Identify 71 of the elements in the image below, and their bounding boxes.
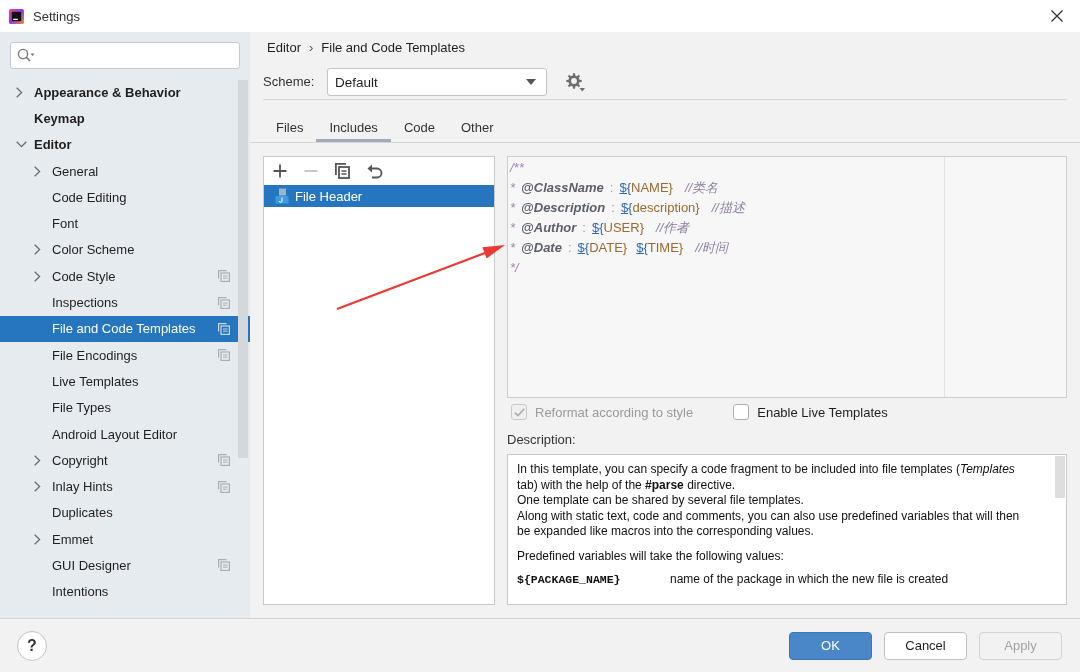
tree-item[interactable]: General	[0, 157, 250, 185]
description-label: Description:	[507, 431, 577, 449]
dialog-button[interactable]: Cancel	[884, 631, 967, 660]
list-item[interactable]: File Header	[264, 185, 494, 207]
code-line: */	[510, 259, 521, 277]
code-line: * @Description : ${description} //描述	[510, 199, 747, 217]
checkbox[interactable]	[733, 404, 750, 420]
tree-item[interactable]: Appearance & Behavior	[0, 79, 250, 106]
tree-item[interactable]: Inspections	[0, 289, 250, 316]
chevron-down-icon[interactable]	[16, 141, 27, 149]
tree-item[interactable]: Android Layout Editor	[0, 420, 250, 448]
chevron-right-icon[interactable]	[34, 481, 41, 493]
search-field[interactable]	[10, 42, 240, 69]
tree-item[interactable]: Inlay Hints	[0, 473, 250, 500]
tab[interactable]: Files	[263, 112, 317, 142]
scheme-dropdown[interactable]: Default	[327, 68, 547, 96]
tree-item[interactable]: Duplicates	[0, 499, 250, 527]
help-button[interactable]: ?	[17, 630, 47, 661]
tree-item[interactable]: Intentions	[0, 578, 250, 605]
tab[interactable]: Code	[390, 112, 448, 142]
chevron-right-icon[interactable]	[16, 86, 23, 98]
tree-item[interactable]: Live Templates	[0, 368, 250, 395]
tree-item[interactable]: File and Code Templates	[0, 315, 250, 342]
add-icon[interactable]	[273, 164, 287, 178]
tree-item[interactable]: File Types	[0, 394, 250, 421]
tree-item[interactable]: Font	[0, 210, 250, 237]
description-text: In this template, you can specify a code fragment to be included into file templates (Templates tab) with the help of the #parse directive.	[517, 462, 1016, 493]
tree-item[interactable]: Keymap	[0, 105, 250, 132]
checkbox-label[interactable]: Enable Live Templates	[757, 404, 888, 420]
variable-description: name of the package in which the new file is created	[670, 572, 949, 588]
search-icon[interactable]	[17, 48, 35, 63]
code-line: * @Author : ${USER} //作者	[510, 219, 691, 237]
chevron-right-icon[interactable]	[34, 533, 41, 545]
caret-icon	[526, 79, 536, 85]
tree-item[interactable]: Editor	[0, 131, 250, 158]
description-text: Along with static text, code and comments, you can also use predefined variables that will then be expanded like macros into the corresponding values.	[517, 508, 1021, 540]
breadcrumb-item: File and Code Templates	[321, 39, 465, 57]
tree-item[interactable]: Color Scheme	[0, 236, 250, 264]
description-text: One template can be shared by several file templates.	[517, 493, 805, 509]
file-icon	[275, 188, 289, 204]
tree-item[interactable]: File Encodings	[0, 341, 250, 369]
chevron-right-icon[interactable]	[34, 454, 41, 466]
scrollbar[interactable]	[1055, 456, 1065, 498]
description-text: Predefined variables will take the following values:	[517, 548, 785, 564]
window-title: Settings	[33, 8, 80, 24]
breadcrumb-item: Editor	[267, 39, 301, 57]
copy-icon[interactable]	[335, 163, 350, 179]
undo-icon[interactable]	[367, 163, 383, 179]
close-icon[interactable]	[1051, 10, 1063, 22]
tree-item[interactable]: Code Style	[0, 263, 250, 290]
chevron-right-icon[interactable]	[34, 165, 41, 177]
code-editor[interactable]: /** * @ClassName : ${NAME} //类名 * @Description : ${description} //描述 * @Author : ${USER} //作者 * @Date : ${DATE} ${TIME} //时间 */	[507, 156, 1067, 398]
scrollbar[interactable]	[238, 80, 248, 458]
tab[interactable]: Includes	[316, 112, 391, 142]
checkmark-icon	[513, 407, 525, 417]
scheme-label: Scheme:	[263, 73, 316, 91]
settings-icon[interactable]	[566, 73, 586, 92]
ok-button[interactable]: OK	[789, 631, 872, 660]
tree-item[interactable]: Code Editing	[0, 184, 250, 211]
tree-item[interactable]: GUI Designer	[0, 552, 250, 579]
chevron-right-icon[interactable]	[34, 270, 41, 282]
code-line: * @Date : ${DATE} ${TIME} //时间	[510, 239, 730, 257]
tree-item[interactable]: Copyright	[0, 447, 250, 474]
code-line: * @ClassName : ${NAME} //类名	[510, 179, 720, 197]
tab[interactable]: Other	[447, 112, 507, 142]
variable-name: ${PACKAGE_NAME}	[517, 572, 622, 588]
code-line: /**	[510, 159, 525, 177]
tree-item[interactable]: Emmet	[0, 526, 250, 553]
chevron-right-icon[interactable]	[34, 244, 41, 256]
app-logo-icon	[9, 8, 24, 24]
breadcrumb-separator: ›	[308, 39, 314, 57]
